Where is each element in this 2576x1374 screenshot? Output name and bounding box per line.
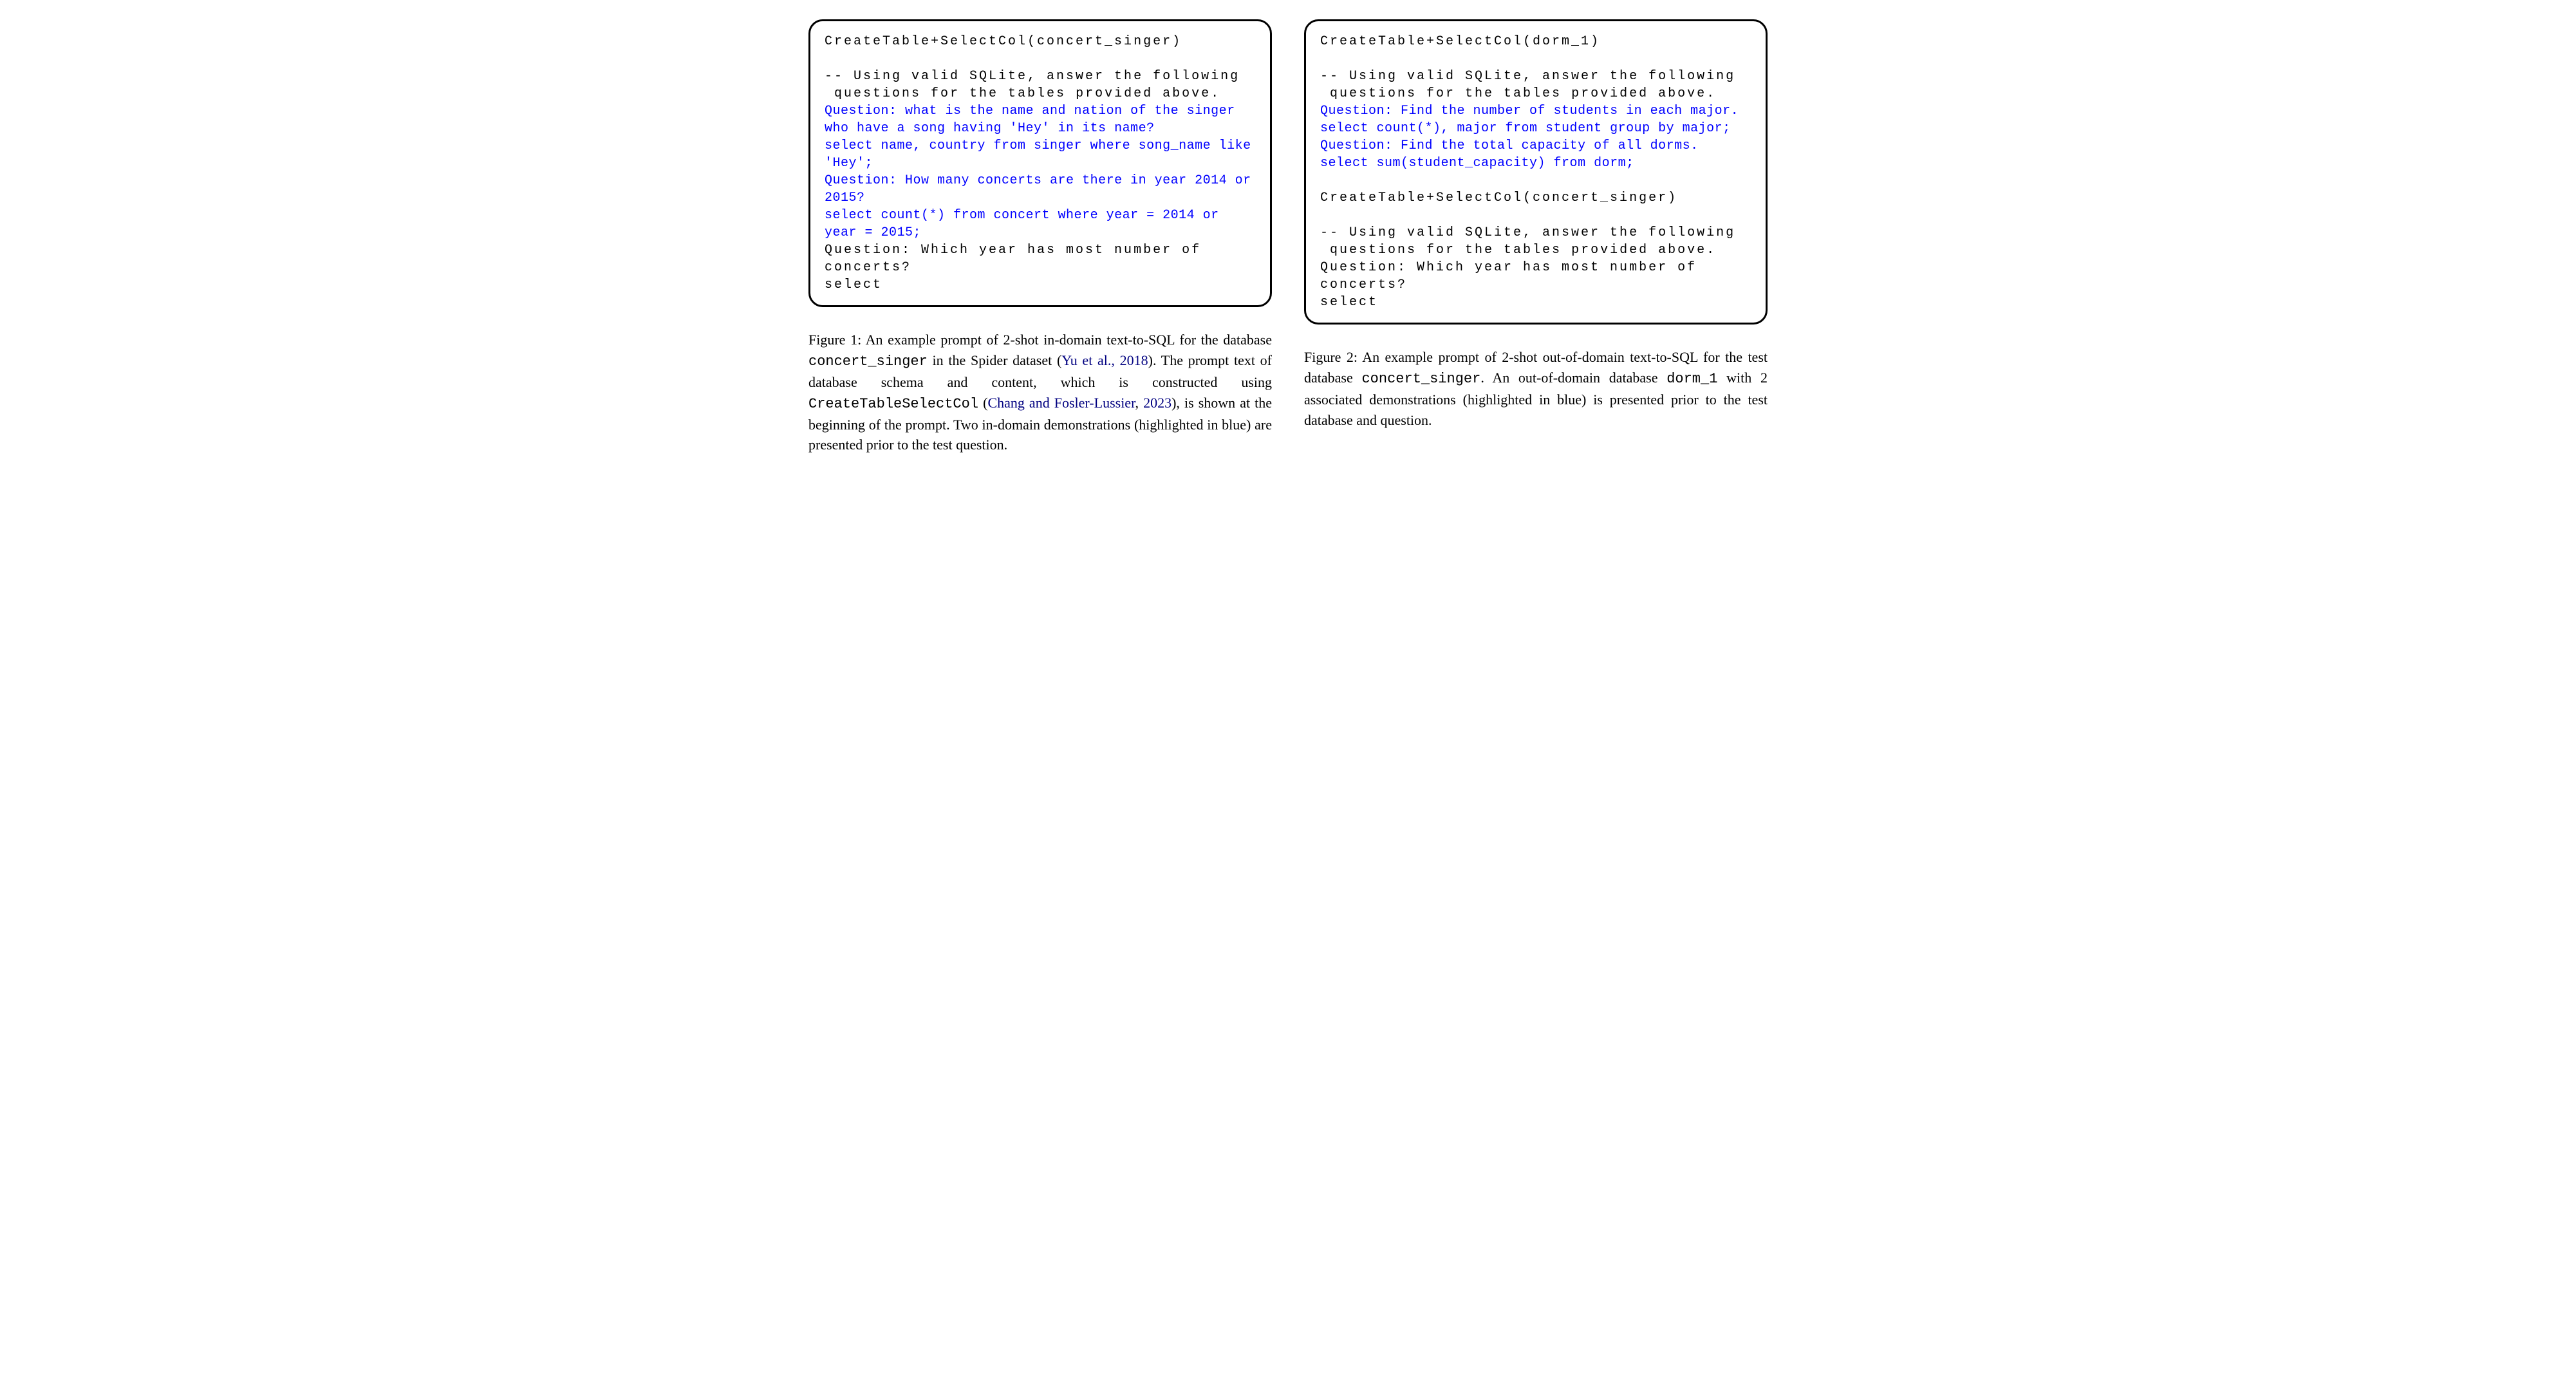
citation: 2023 [1143, 395, 1171, 411]
figure1-code-box: CreateTable+SelectCol(concert_singer) --… [808, 19, 1272, 307]
right-column: CreateTable+SelectCol(dorm_1) -- Using v… [1304, 19, 1768, 431]
db-name: concert_singer [808, 353, 928, 370]
left-column: CreateTable+SelectCol(concert_singer) --… [808, 19, 1272, 455]
demo-examples: Question: what is the name and nation of… [825, 104, 1259, 240]
db-name: dorm_1 [1666, 371, 1717, 387]
caption-text: . An out-of-domain database [1480, 370, 1666, 386]
caption-text: in the Spider dataset ( [928, 352, 1061, 368]
citation: Yu et al., 2018 [1061, 352, 1148, 368]
test-question: Question: Which year has most number of … [825, 243, 1211, 292]
code-header: CreateTable+SelectCol(concert_singer) [1320, 191, 1677, 205]
code-header: CreateTable+SelectCol(dorm_1) [1320, 34, 1600, 49]
demo-examples: Question: Find the number of students in… [1320, 104, 1739, 171]
sql-comment: -- Using valid SQLite, answer the follow… [1320, 69, 1735, 101]
figure2-caption: Figure 2: An example prompt of 2-shot ou… [1304, 347, 1768, 431]
test-question: Question: Which year has most number of … [1320, 260, 1706, 310]
caption-text: ( [978, 395, 987, 411]
db-name: concert_singer [1361, 371, 1480, 387]
code-header: CreateTable+SelectCol(concert_singer) [825, 34, 1182, 49]
method-name: CreateTableSelectCol [808, 396, 978, 412]
caption-text: , [1135, 395, 1144, 411]
sql-comment: -- Using valid SQLite, answer the follow… [825, 69, 1240, 101]
sql-comment: -- Using valid SQLite, answer the follow… [1320, 225, 1735, 258]
citation: Chang and Fosler-Lussier [987, 395, 1135, 411]
caption-text: Figure 1: An example prompt of 2-shot in… [808, 332, 1272, 348]
figure2-code-box: CreateTable+SelectCol(dorm_1) -- Using v… [1304, 19, 1768, 325]
figure1-caption: Figure 1: An example prompt of 2-shot in… [808, 330, 1272, 455]
